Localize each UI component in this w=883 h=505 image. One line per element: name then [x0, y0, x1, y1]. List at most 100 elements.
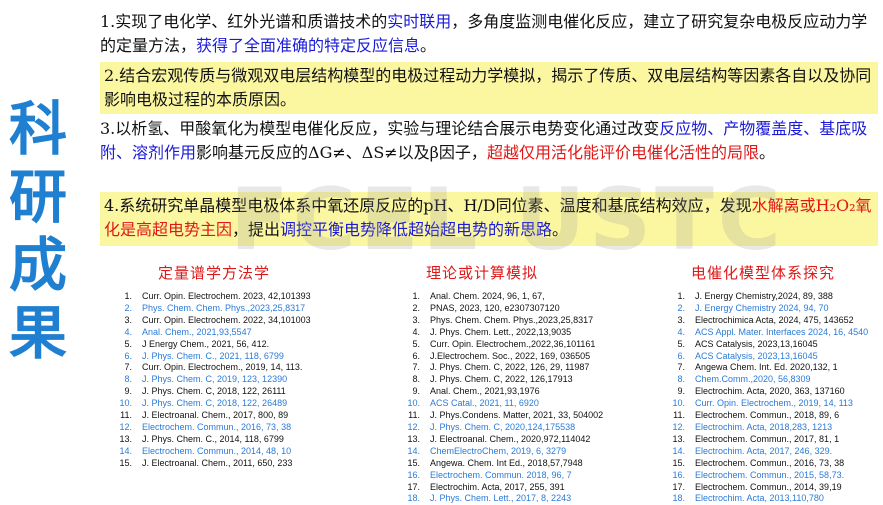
reference-text: J. Phys. Chem. C, 2022, 126, 29, 11987 — [430, 362, 590, 373]
text-segment: 调控平衡电势降低超始超电势的新思路 — [280, 220, 553, 239]
reference-item: 5. Curr. Opin. Electrochem.,2022,36,10116… — [398, 339, 658, 351]
reference-number: 3. — [677, 314, 685, 325]
reference-item: 14. ChemElectroChem, 2019, 6, 3279 — [398, 446, 658, 458]
reference-number: 6. — [677, 350, 685, 361]
reference-item: 12. Electrochim. Acta, 2018,283, 1213 — [663, 422, 878, 434]
reference-text: Anal. Chem., 2021,93,5547 — [142, 326, 252, 337]
reference-number: 3. — [124, 314, 132, 325]
reference-item: 15. Angewa. Chem. Int Ed., 2018,57,7948 — [398, 458, 658, 470]
reference-text: J. Electroanal. Chem., 2017, 800, 89 — [142, 410, 289, 421]
reference-item: 17. Electrochim. Acta, 2017, 255, 391 — [398, 482, 658, 494]
reference-list: 1. Anal. Chem. 2024, 96, 1, 67, 2. PNAS, 20… — [398, 291, 658, 505]
reference-text: PNAS, 2023, 120, e2307307120 — [430, 302, 560, 313]
reference-text: ACS Appl. Mater. Interfaces 2024, 16, 45… — [695, 326, 869, 337]
reference-number: 9. — [677, 386, 685, 397]
reference-item: 7. J. Phys. Chem. C, 2022, 126, 29, 11987 — [398, 362, 658, 374]
reference-text: Curr. Opin. Electrochem.,2022,36,101161 — [430, 338, 596, 349]
reference-text: Curr. Opin. Electrochem., 2019, 14, 113. — [142, 362, 303, 373]
reference-number: 14. — [407, 445, 420, 456]
side-title: 科 研 成 果 — [8, 95, 68, 367]
text-segment: ，提出 — [232, 220, 281, 239]
reference-text: Phys. Chem. Chem. Phys.,2023,25,8317 — [430, 314, 594, 325]
text-segment: 。 — [420, 36, 437, 55]
text-segment: 获得了全面准确的特定反应信息 — [196, 36, 421, 55]
reference-number: 8. — [124, 374, 132, 385]
reference-text: J. Phys. Chem. Lett., 2017, 8, 2243 — [430, 493, 572, 504]
reference-number: 12. — [407, 421, 420, 432]
text-segment: 4.系统研究单晶模型电极体系中氧还原反应的pH、H/D同位素、温度和基底结构效应… — [104, 196, 752, 215]
reference-text: J. Energy Chemistry,2024, 89, 388 — [695, 291, 833, 301]
reference-item: 17. Electrochem. Commun., 2014, 39,19 — [663, 482, 878, 494]
reference-item: 6. ACS Catalysis, 2023,13,16045 — [663, 351, 878, 363]
reference-text: Curr. Opin. Electrochem. 2022, 34,101003 — [142, 314, 311, 325]
reference-number: 2. — [124, 302, 132, 313]
reference-item: 7. Angewa Chem. Int. Ed. 2020,132, 1 — [663, 362, 878, 374]
reference-item: 7. Curr. Opin. Electrochem., 2019, 14, 11… — [110, 362, 360, 374]
paragraph-3: 3.以析氢、甲酸氧化为模型电催化反应，实验与理论结合展示电势变化通过改变反应物、… — [100, 117, 870, 189]
reference-item: 3. Phys. Chem. Chem. Phys.,2023,25,8317 — [398, 315, 658, 327]
reference-item: 9. Electrochim. Acta, 2020, 363, 137160 — [663, 386, 878, 398]
reference-item: 9. J. Phys. Chem. C, 2018, 122, 26111 — [110, 386, 360, 398]
reference-number: 13. — [407, 433, 420, 444]
reference-number: 12. — [119, 421, 132, 432]
reference-text: Electrochem. Commun., 2014, 48, 10 — [142, 445, 292, 456]
reference-text: Electrochim. Acta, 2013,110,780 — [695, 493, 824, 504]
reference-text: ChemElectroChem, 2019, 6, 3279 — [430, 445, 567, 456]
reference-number: 7. — [124, 362, 132, 373]
reference-number: 2. — [412, 302, 420, 313]
reference-number: 4. — [412, 326, 420, 337]
reference-item: 10. ACS Catal., 2021, 11, 6920 — [398, 398, 658, 410]
text-segment: 2.结合宏观传质与微观双电层结构模型的电极过程动力学模拟，揭示了传质、双电层结构… — [104, 66, 872, 109]
text-segment: 3.以析氢、甲酸氧化为模型电催化反应，实验与理论结合展示电势变化通过改变 — [100, 119, 660, 138]
reference-item: 12. Electrochem. Commun., 2016, 73, 38 — [110, 422, 360, 434]
reference-item: 13. Electrochem. Commun., 2017, 81, 1 — [663, 434, 878, 446]
reference-item: 1. J. Energy Chemistry,2024, 89, 388 — [663, 291, 878, 303]
reference-item: 3. Curr. Opin. Electrochem. 2022, 34,1010… — [110, 315, 360, 327]
text-segment: 。 — [758, 143, 775, 162]
reference-item: 1. Anal. Chem. 2024, 96, 1, 67, — [398, 291, 658, 303]
reference-item: 6. J.Electrochem. Soc., 2022, 169, 036505 — [398, 351, 658, 363]
reference-number: 13. — [119, 433, 132, 444]
reference-number: 9. — [412, 386, 420, 397]
reference-number: 10. — [407, 398, 420, 409]
reference-text: Electrochem. Commun. 2018, 96, 7 — [430, 469, 572, 480]
reference-text: Anal. Chem., 2021,93,1976 — [430, 386, 540, 397]
reference-text: ACS Catalysis, 2023,13,16045 — [695, 350, 818, 361]
reference-text: ACS Catal., 2021, 11, 6920 — [430, 398, 539, 409]
reference-item: 8. Chem.Comm.,2020, 56,8309 — [663, 374, 878, 386]
reference-text: Electrochim. Acta, 2017, 246, 329. — [695, 445, 833, 456]
reference-text: J. Phys. Chem. C, 2020,124,175538 — [430, 421, 576, 432]
reference-number: 14. — [119, 445, 132, 456]
reference-item: 16. Electrochem. Commun., 2015, 58,73. — [663, 470, 878, 482]
reference-text: Electrochim. Acta, 2020, 363, 137160 — [695, 386, 845, 397]
reference-number: 8. — [677, 374, 685, 385]
reference-number: 1. — [677, 291, 685, 301]
reference-item: 9. Anal. Chem., 2021,93,1976 — [398, 386, 658, 398]
reference-number: 7. — [677, 362, 685, 373]
column-theory-simulation: 理论或计算模拟 1. Anal. Chem. 2024, 96, 1, 67, 2.… — [398, 262, 658, 505]
reference-item: 2. Phys. Chem. Chem. Phys.,2023,25,8317 — [110, 303, 360, 315]
column-heading: 电催化模型体系探究 — [691, 264, 836, 282]
reference-number: 9. — [124, 386, 132, 397]
column-heading: 理论或计算模拟 — [426, 264, 539, 282]
reference-item: 11. J. Electroanal. Chem., 2017, 800, 89 — [110, 410, 360, 422]
reference-text: Electrochim. Acta, 2018,283, 1213 — [695, 421, 833, 432]
reference-item: 4. ACS Appl. Mater. Interfaces 2024, 16, … — [663, 327, 878, 339]
reference-number: 18. — [672, 493, 685, 504]
reference-text: Electrochem. Commun., 2015, 58,73. — [695, 469, 845, 480]
reference-text: Electrochem. Commun., 2017, 81, 1 — [695, 433, 840, 444]
reference-number: 16. — [672, 469, 685, 480]
text-segment: 1.实现了电化学、红外光谱和质谱技术的 — [100, 12, 388, 31]
reference-text: J Energy Chem., 2021, 56, 412. — [142, 338, 270, 349]
text-segment: 影响基元反应的ΔG≠、ΔS≠以及β因子， — [196, 143, 487, 162]
reference-item: 16. Electrochem. Commun. 2018, 96, 7 — [398, 470, 658, 482]
reference-number: 4. — [124, 326, 132, 337]
reference-text: Electrochim. Acta, 2017, 255, 391 — [430, 481, 565, 492]
reference-number: 15. — [407, 457, 420, 468]
reference-text: Angewa Chem. Int. Ed. 2020,132, 1 — [695, 362, 838, 373]
reference-number: 15. — [119, 457, 132, 468]
reference-number: 5. — [124, 338, 132, 349]
reference-number: 4. — [677, 326, 685, 337]
reference-item: 5. J Energy Chem., 2021, 56, 412. — [110, 339, 360, 351]
reference-number: 18. — [407, 493, 420, 504]
